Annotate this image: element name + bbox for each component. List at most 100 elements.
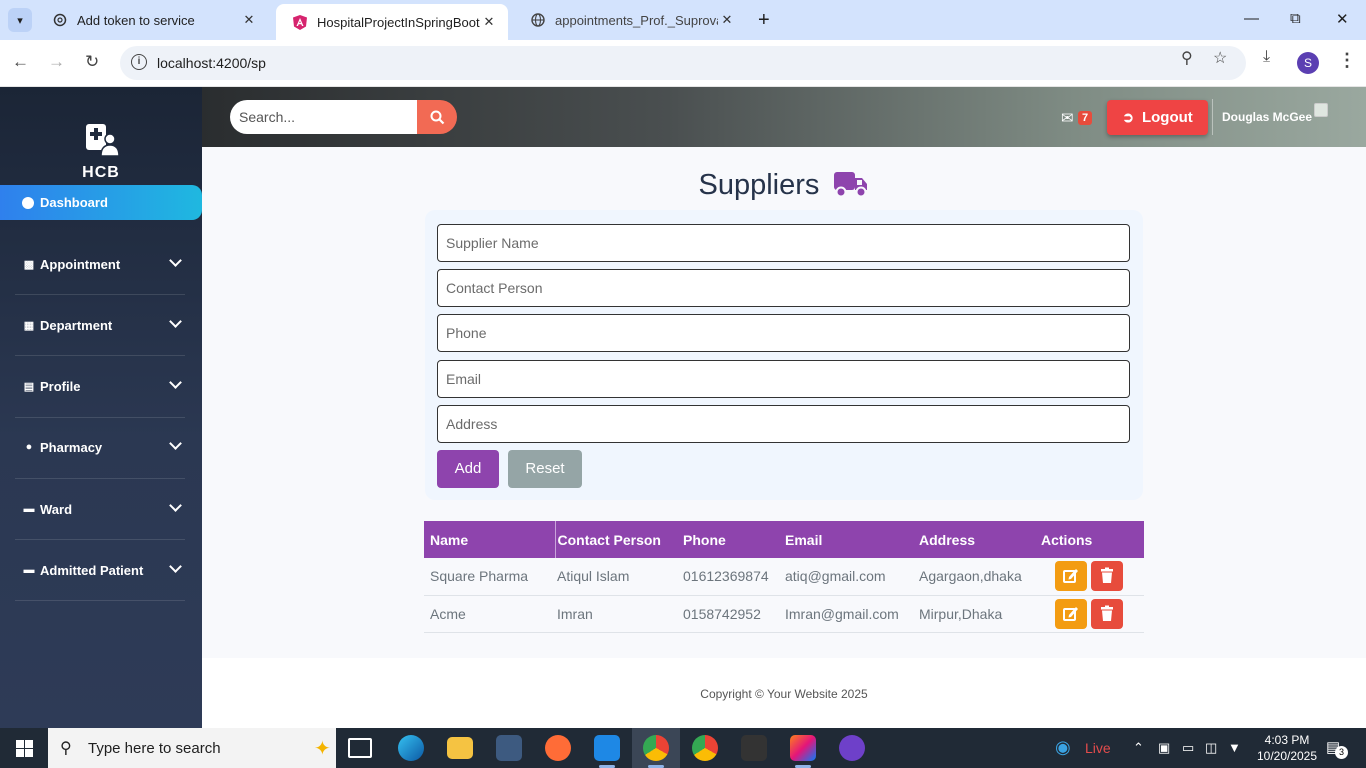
page-title: Suppliers — [202, 169, 1366, 206]
search-button[interactable] — [417, 100, 457, 134]
github-desktop-icon[interactable] — [839, 735, 865, 761]
hospital-logo-icon — [84, 123, 120, 157]
reload-icon[interactable]: ↻ — [85, 52, 99, 72]
tab-hospital-project[interactable]: HospitalProjectInSpringBoot ✕ — [276, 4, 508, 40]
zoom-icon[interactable]: ⚲ — [1181, 48, 1193, 68]
edit-button[interactable] — [1055, 598, 1087, 629]
video-editor-icon[interactable] — [741, 735, 767, 761]
mail-count-badge: 7 — [1078, 111, 1093, 125]
notification-count: 3 — [1335, 746, 1348, 759]
column-header: Email — [779, 521, 913, 558]
system-clock[interactable]: 4:03 PM 10/20/2025 — [1252, 732, 1322, 764]
volume-muted-icon[interactable]: ▼ — [1228, 740, 1241, 755]
live-label[interactable]: Live — [1085, 740, 1111, 756]
footer: Copyright © Your Website 2025 — [202, 658, 1366, 728]
email-input[interactable]: Email — [437, 360, 1130, 398]
vscode-icon[interactable] — [594, 735, 620, 761]
windows-start-icon[interactable] — [16, 740, 33, 757]
site-info-icon[interactable]: i — [131, 54, 147, 70]
suppliers-table: Name Contact Person Phone Email Address … — [424, 521, 1144, 633]
cricket-icon[interactable]: ◉ — [1055, 737, 1071, 758]
tab-title: appointments_Prof._Suprova_S — [555, 12, 718, 28]
angular-icon — [292, 14, 308, 30]
address-input[interactable]: Address — [437, 405, 1130, 443]
user-name[interactable]: Douglas McGee — [1222, 110, 1312, 124]
bookmark-star-icon[interactable]: ☆ — [1213, 48, 1227, 68]
notification-icon[interactable]: ▤ 3 — [1326, 738, 1348, 759]
url-text[interactable]: localhost:4200/sp — [157, 55, 266, 71]
search-icon: ⚲ — [60, 740, 72, 757]
close-tab-icon[interactable]: ✕ — [718, 12, 736, 28]
supplier-form: Supplier Name Contact Person Phone Email… — [425, 210, 1143, 500]
supplier-name-input[interactable]: Supplier Name — [437, 224, 1130, 262]
cell-address: Mirpur,Dhaka — [913, 595, 1035, 633]
postman-icon[interactable] — [545, 735, 571, 761]
network-tray-icon[interactable]: ◫ — [1205, 740, 1217, 756]
sidebar-item-pharmacy[interactable]: ● Pharmacy — [0, 417, 202, 477]
sidebar-item-dashboard[interactable]: Dashboard — [0, 185, 202, 220]
add-button[interactable]: Add — [437, 450, 499, 488]
dashboard-icon — [22, 196, 34, 209]
tab-add-token[interactable]: Add token to service ✕ — [36, 4, 268, 36]
taskbar-search[interactable]: ⚲ Type here to search ✦ — [48, 728, 336, 768]
column-header: Actions — [1035, 521, 1144, 558]
reset-button[interactable]: Reset — [508, 450, 582, 488]
menu-dots-icon[interactable]: ⋮ — [1338, 50, 1356, 71]
close-tab-icon[interactable]: ✕ — [240, 12, 258, 28]
sidebar-item-admitted-patient[interactable]: ▬ Admitted Patient — [0, 540, 202, 600]
file-explorer-icon[interactable] — [447, 737, 473, 759]
sidebar-item-profile[interactable]: ▤ Profile — [0, 356, 202, 416]
chrome-icon[interactable] — [643, 735, 669, 761]
tab-title: HospitalProjectInSpringBoot — [317, 14, 480, 30]
browser-tab-bar: ▾ Add token to service ✕ HospitalProject… — [0, 0, 1366, 40]
delete-button[interactable] — [1091, 561, 1123, 592]
sidebar-item-department[interactable]: ▦ Department — [0, 295, 202, 355]
sidebar-item-appointment[interactable]: ▩ Appointment — [0, 234, 202, 294]
forward-icon[interactable]: → — [48, 52, 65, 72]
chevron-down-icon — [169, 254, 182, 267]
table-header-row: Name Contact Person Phone Email Address … — [424, 521, 1144, 558]
minimize-icon[interactable]: — — [1244, 10, 1259, 27]
building-icon: ▦ — [23, 319, 35, 332]
search-input[interactable]: Search... — [230, 100, 418, 134]
sparkle-icon: ✦ — [314, 738, 331, 760]
new-tab-button[interactable]: + — [758, 9, 770, 31]
tab-appointments[interactable]: appointments_Prof._Suprova_S ✕ — [514, 4, 746, 36]
sidebar-item-ward[interactable]: ▬ Ward — [0, 479, 202, 539]
sidebar-item-label: Department — [40, 317, 113, 333]
close-window-icon[interactable]: ✕ — [1336, 10, 1349, 28]
taskbar: ⚲ Type here to search ✦ ◉ Live ⌃ ▣ ▭ ◫ ▼… — [0, 728, 1366, 768]
profile-avatar[interactable]: S — [1297, 52, 1319, 74]
task-view-icon[interactable] — [348, 738, 372, 758]
display-tray-icon[interactable]: ▭ — [1182, 740, 1194, 756]
tab-title: Add token to service — [77, 12, 195, 28]
camera-tray-icon[interactable]: ▣ — [1158, 740, 1170, 756]
sidebar-item-label: Pharmacy — [40, 439, 103, 455]
avatar[interactable] — [1314, 103, 1328, 117]
cell-name: Square Pharma — [424, 558, 555, 596]
logout-button[interactable]: ➲ Logout — [1107, 100, 1208, 135]
sidebar: HCB Dashboard ▩ Appointment ▦ Department… — [0, 87, 202, 728]
delete-button[interactable] — [1091, 598, 1123, 629]
edge-icon[interactable] — [398, 735, 424, 761]
chrome-profile-icon[interactable] — [692, 735, 718, 761]
sidebar-item-label: Profile — [40, 378, 81, 394]
edit-button[interactable] — [1055, 561, 1087, 592]
back-icon[interactable]: ← — [12, 52, 29, 72]
contact-person-input[interactable]: Contact Person — [437, 269, 1130, 307]
intellij-icon[interactable] — [790, 735, 816, 761]
address-bar[interactable]: i localhost:4200/sp — [120, 46, 1246, 80]
column-header: Address — [913, 521, 1035, 558]
browser-toolbar: ← → ↻ i localhost:4200/sp ⚲ ☆ ⤓ S ⋮ — [0, 40, 1366, 87]
download-icon[interactable]: ⤓ — [1263, 48, 1270, 66]
mysql-workbench-icon[interactable] — [496, 735, 522, 761]
restore-icon[interactable]: ⧉ — [1290, 10, 1301, 27]
tab-search-dropdown[interactable]: ▾ — [8, 8, 32, 32]
logout-label: Logout — [1141, 109, 1193, 126]
close-tab-icon[interactable]: ✕ — [480, 14, 498, 30]
chevron-up-icon[interactable]: ⌃ — [1133, 740, 1144, 756]
cell-actions — [1035, 558, 1144, 596]
phone-input[interactable]: Phone — [437, 314, 1130, 352]
cell-name: Acme — [424, 595, 555, 633]
envelope-icon[interactable]: ✉ — [1061, 109, 1074, 127]
